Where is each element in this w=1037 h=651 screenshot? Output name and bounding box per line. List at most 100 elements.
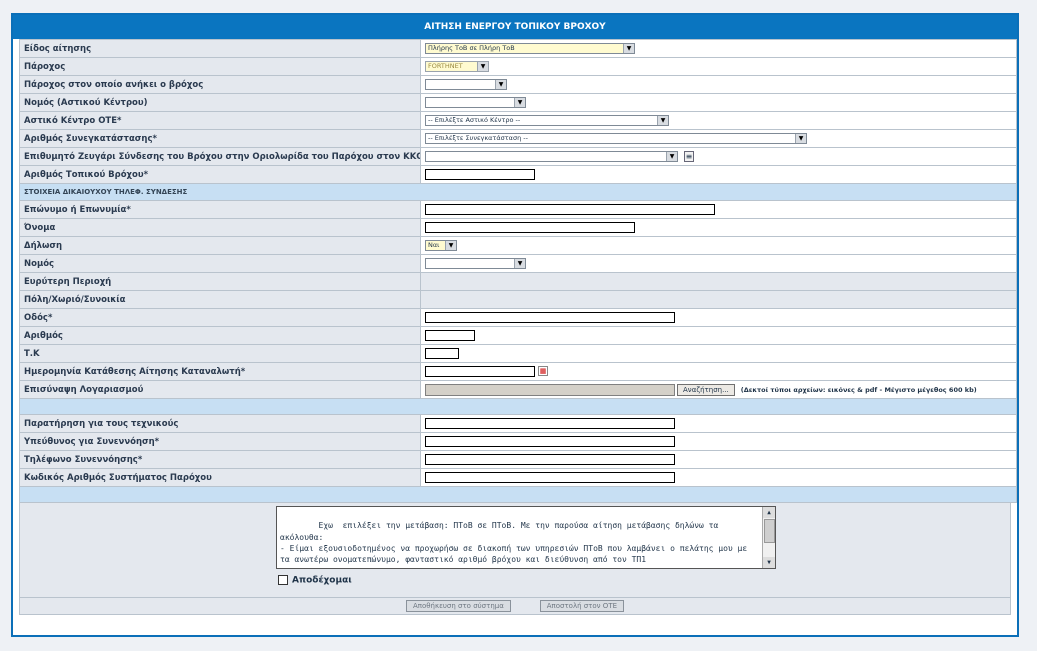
- prefecture-label: Νομός: [19, 254, 421, 273]
- pair-select[interactable]: ▼: [425, 151, 678, 162]
- street-label: Οδός*: [19, 308, 421, 327]
- scroll-up-icon[interactable]: ▲: [763, 507, 775, 518]
- loop-provider-label: Πάροχος στον οποίο ανήκει ο βρόχος: [19, 75, 421, 94]
- request-type-select[interactable]: Πλήρης ΤοΒ σε Πλήρη ΤοΒ ▼: [425, 43, 635, 54]
- submit-date-input[interactable]: [425, 366, 535, 377]
- action-bar: Αποθήκευση στο σύστημα Αποστολή στον ΟΤΕ: [19, 598, 1011, 615]
- zip-input[interactable]: [425, 348, 459, 359]
- remarks-input[interactable]: [425, 418, 675, 429]
- list-icon[interactable]: ≡: [684, 151, 694, 162]
- remarks-label: Παρατήρηση για τους τεχνικούς: [19, 414, 421, 433]
- request-type-value: Πλήρης ΤοΒ σε Πλήρη ΤοΒ: [428, 44, 515, 52]
- loop-number-input[interactable]: [425, 169, 535, 180]
- row-surname: Επώνυμο ή Επωνυμία*: [19, 200, 1017, 219]
- row-bill: Επισύναψη Λογαριασμού Αναζήτηση... (Δεκτο…: [19, 380, 1017, 399]
- chevron-down-icon: ▼: [657, 116, 668, 125]
- row-contact-person: Υπεύθυνος για Συνεννόηση*: [19, 432, 1017, 451]
- declaration-text: Εχω επιλέξει την μετάβαση: ΠΤοΒ σε ΠΤοΒ.…: [280, 521, 748, 565]
- chevron-down-icon: ▼: [795, 134, 806, 143]
- prefecture-select[interactable]: ▼: [425, 258, 526, 269]
- prefecture-center-select[interactable]: ▼: [425, 97, 526, 108]
- form-title: ΑΙΤΗΣΗ ΕΝΕΡΓΟΥ ΤΟΠΙΚΟΥ ΒΡΟΧΟΥ: [13, 15, 1017, 39]
- send-to-ote-button[interactable]: Αποστολή στον ΟΤΕ: [539, 600, 625, 612]
- row-request-type: Είδος αίτησης Πλήρης ΤοΒ σε Πλήρη ΤοΒ ▼: [19, 39, 1017, 58]
- section-subscriber: ΣΤΟΙΧΕΙΑ ΔΙΚΑΙΟΥΧΟΥ ΤΗΛΕΦ. ΣΥΝΔΕΣΗΣ: [19, 183, 1017, 201]
- chevron-down-icon: ▼: [477, 62, 488, 71]
- declaration-textarea[interactable]: Εχω επιλέξει την μετάβαση: ΠΤοΒ σε ΠΤοΒ.…: [276, 506, 776, 569]
- chevron-down-icon: ▼: [623, 44, 634, 53]
- accept-checkbox[interactable]: [278, 575, 288, 585]
- chevron-down-icon: ▼: [445, 241, 456, 250]
- declaration-label: Δήλωση: [19, 236, 421, 255]
- provider-value: FORTHNET: [428, 62, 463, 70]
- loop-provider-select[interactable]: ▼: [425, 79, 507, 90]
- row-contact-phone: Τηλέφωνο Συνεννόησης*: [19, 450, 1017, 469]
- accept-label: Αποδέχομαι: [292, 575, 352, 586]
- row-provider-code: Κωδικός Αριθμός Συστήματος Παρόχου: [19, 468, 1017, 487]
- divider: [19, 398, 1017, 415]
- scroll-thumb[interactable]: [764, 519, 775, 543]
- declaration-value: Ναι: [428, 241, 440, 249]
- row-wider-area: Ευρύτερη Περιοχή: [19, 272, 1017, 291]
- name-input[interactable]: [425, 222, 635, 233]
- file-types-note: (Δεκτοί τύποι αρχείων: εικόνες & pdf - Μ…: [740, 385, 977, 394]
- colocation-label: Αριθμός Συνεγκατάστασης*: [19, 129, 421, 148]
- street-input[interactable]: [425, 312, 675, 323]
- ote-center-select[interactable]: -- Επιλέξτε Αστικό Κέντρο -- ▼: [425, 115, 669, 126]
- request-form-window: ΑΙΤΗΣΗ ΕΝΕΡΓΟΥ ΤΟΠΙΚΟΥ ΒΡΟΧΟΥ Είδος αίτη…: [11, 13, 1019, 637]
- provider-code-label: Κωδικός Αριθμός Συστήματος Παρόχου: [19, 468, 421, 487]
- loop-number-label: Αριθμός Τοπικού Βρόχου*: [19, 165, 421, 184]
- row-zip: Τ.Κ: [19, 344, 1017, 363]
- row-ote-center: Αστικό Κέντρο ΟΤΕ* -- Επιλέξτε Αστικό Κέ…: [19, 111, 1017, 130]
- contact-phone-label: Τηλέφωνο Συνεννόησης*: [19, 450, 421, 469]
- row-declaration: Δήλωση Ναι ▼: [19, 236, 1017, 255]
- row-pair: Επιθυμητό Ζευγάρι Σύνδεσης του Βρόχου στ…: [19, 147, 1017, 166]
- contact-person-input[interactable]: [425, 436, 675, 447]
- chevron-down-icon: ▼: [514, 259, 525, 268]
- provider-label: Πάροχος: [19, 57, 421, 76]
- submit-date-label: Ημερομηνία Κατάθεσης Αίτησης Καταναλωτή*: [19, 362, 421, 381]
- section-subscriber-title: ΣΤΟΙΧΕΙΑ ΔΙΚΑΙΟΥΧΟΥ ΤΗΛΕΦ. ΣΥΝΔΕΣΗΣ: [19, 183, 1017, 201]
- divider: [19, 486, 1017, 503]
- row-name: Όνομα: [19, 218, 1017, 237]
- section-divider-2: [19, 486, 1017, 503]
- save-button[interactable]: Αποθήκευση στο σύστημα: [405, 600, 511, 612]
- bill-label: Επισύναψη Λογαριασμού: [19, 380, 421, 399]
- chevron-down-icon: ▼: [666, 152, 677, 161]
- prefecture-center-label: Νομός (Αστικού Κέντρου): [19, 93, 421, 112]
- surname-input[interactable]: [425, 204, 715, 215]
- colocation-select[interactable]: -- Επιλέξτε Συνεγκατάσταση -- ▼: [425, 133, 807, 144]
- surname-label: Επώνυμο ή Επωνυμία*: [19, 200, 421, 219]
- row-loop-provider: Πάροχος στον οποίο ανήκει ο βρόχος ▼: [19, 75, 1017, 94]
- row-prefecture-center: Νομός (Αστικού Κέντρου) ▼: [19, 93, 1017, 112]
- chevron-down-icon: ▼: [514, 98, 525, 107]
- name-label: Όνομα: [19, 218, 421, 237]
- contact-phone-input[interactable]: [425, 454, 675, 465]
- contact-person-label: Υπεύθυνος για Συνεννόηση*: [19, 432, 421, 451]
- declaration-area: Εχω επιλέξει την μετάβαση: ΠΤοΒ σε ΠΤοΒ.…: [19, 503, 1011, 598]
- zip-label: Τ.Κ: [19, 344, 421, 363]
- row-city: Πόλη/Χωριό/Συνοικία: [19, 290, 1017, 309]
- row-provider: Πάροχος FORTHNET ▼: [19, 57, 1017, 76]
- city-value: [420, 290, 1017, 309]
- row-loop-number: Αριθμός Τοπικού Βρόχου*: [19, 165, 1017, 184]
- row-prefecture: Νομός ▼: [19, 254, 1017, 273]
- pair-label: Επιθυμητό Ζευγάρι Σύνδεσης του Βρόχου στ…: [19, 147, 421, 166]
- file-path-input[interactable]: [425, 383, 675, 396]
- request-type-label: Είδος αίτησης: [19, 39, 421, 58]
- browse-button[interactable]: Αναζήτηση...: [677, 383, 735, 396]
- number-label: Αριθμός: [19, 326, 421, 345]
- textarea-scrollbar[interactable]: ▲ ▼: [762, 507, 775, 568]
- colocation-value: -- Επιλέξτε Συνεγκατάσταση --: [428, 134, 528, 142]
- number-input[interactable]: [425, 330, 475, 341]
- accept-row: Αποδέχομαι: [278, 575, 352, 586]
- wider-area-value: [420, 272, 1017, 291]
- provider-select: FORTHNET ▼: [425, 61, 489, 72]
- scroll-down-icon[interactable]: ▼: [763, 557, 775, 568]
- declaration-select[interactable]: Ναι ▼: [425, 240, 457, 251]
- chevron-down-icon: ▼: [495, 80, 506, 89]
- provider-code-input[interactable]: [425, 472, 675, 483]
- calendar-icon[interactable]: ▦: [538, 366, 548, 376]
- row-remarks: Παρατήρηση για τους τεχνικούς: [19, 414, 1017, 433]
- section-divider-1: [19, 398, 1017, 415]
